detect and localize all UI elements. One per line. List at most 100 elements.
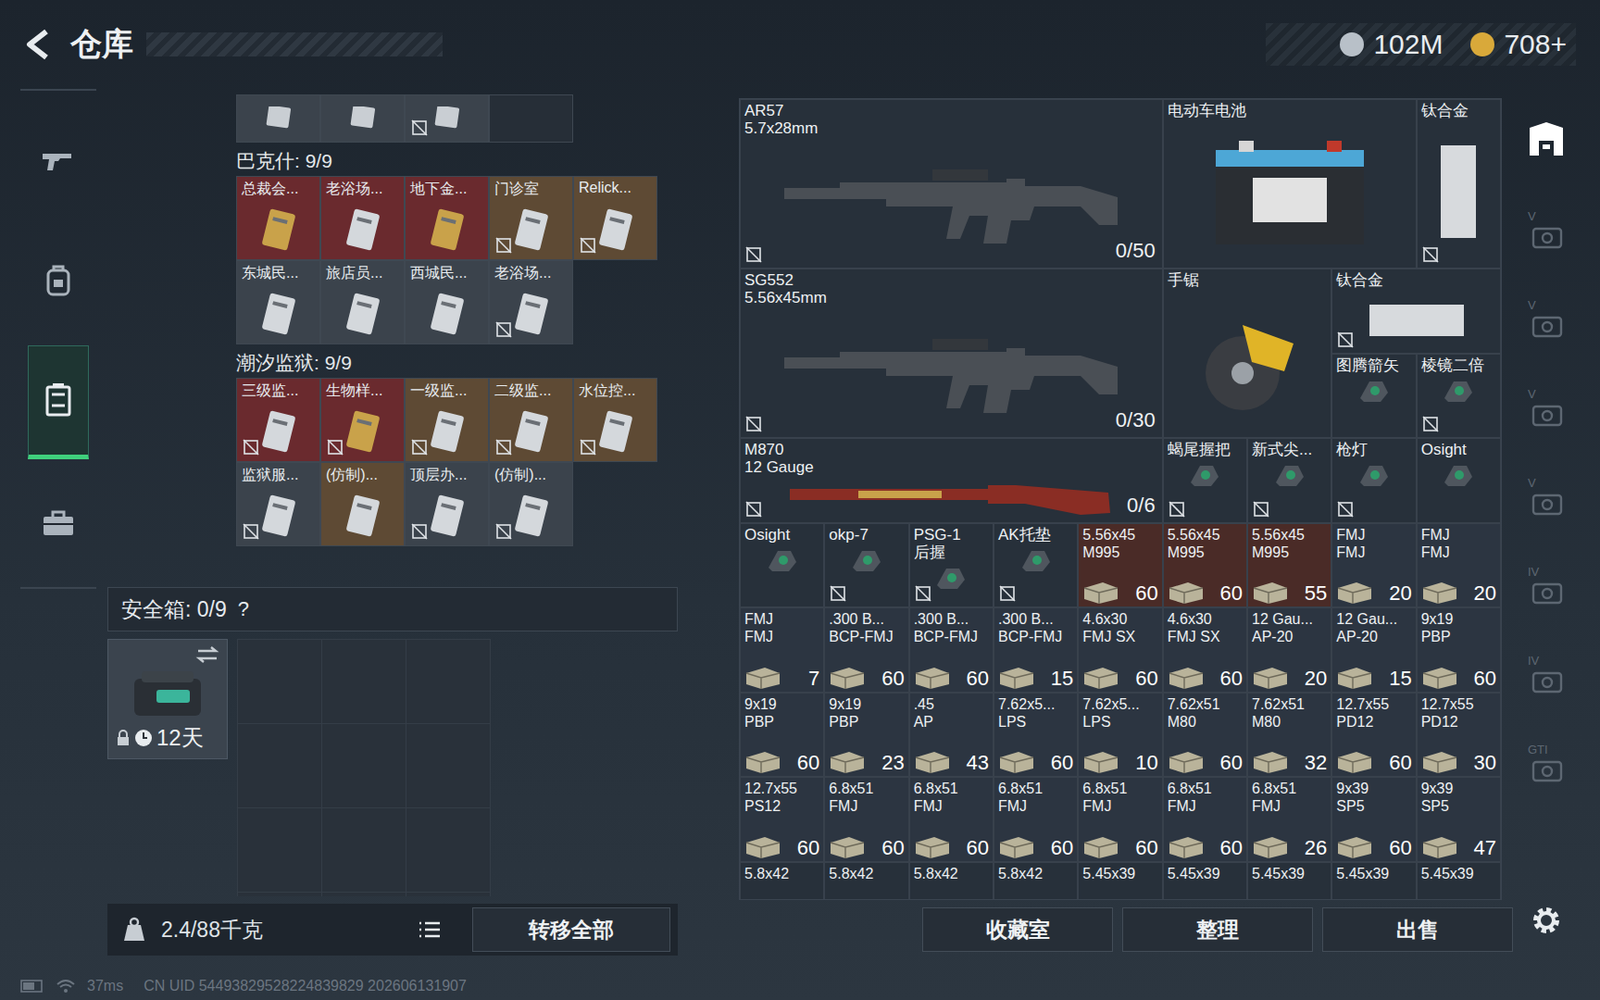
key-card[interactable] xyxy=(236,94,321,143)
key-card[interactable] xyxy=(488,94,574,143)
key-card[interactable]: 顶层办... xyxy=(404,462,489,547)
stash-item[interactable]: FMJFMJ20 xyxy=(1331,523,1416,609)
stash-item[interactable]: 6.8x51FMJ60 xyxy=(993,776,1078,863)
stash-item[interactable]: AK托垫 xyxy=(993,523,1078,609)
stash-item[interactable]: 5.8x42 xyxy=(739,862,825,901)
nav-item[interactable] xyxy=(27,103,89,217)
key-card[interactable]: 水位控... xyxy=(573,377,658,463)
storage-slot[interactable]: V xyxy=(1527,475,1565,565)
stash-item[interactable]: 手锯 xyxy=(1162,268,1333,438)
storage-slot[interactable]: GTI xyxy=(1527,742,1565,832)
stash-item[interactable]: 5.45x39 xyxy=(1247,862,1332,901)
key-card[interactable]: 西城民... xyxy=(404,260,489,345)
stash-item[interactable]: AR575.7x28mm0/50 xyxy=(739,99,1163,269)
stash-item[interactable]: 5.8x42 xyxy=(993,862,1078,901)
stash-item[interactable]: 5.56x45M99560 xyxy=(1077,523,1163,609)
stash-item[interactable]: 5.56x45M99560 xyxy=(1162,523,1248,609)
storage-slot[interactable]: IV xyxy=(1527,564,1565,654)
stash-item[interactable]: 6.8x51FMJ60 xyxy=(824,776,909,863)
stash-item[interactable]: 5.8x42 xyxy=(909,862,994,901)
key-card[interactable] xyxy=(404,94,489,143)
stash-item[interactable]: 图腾箭矢 xyxy=(1331,353,1416,439)
stash-item[interactable]: 5.45x39 xyxy=(1162,862,1248,901)
back-arrow-icon[interactable] xyxy=(20,25,58,63)
transfer-all-button[interactable]: 转移全部 xyxy=(472,907,671,952)
key-card[interactable]: 总裁会... xyxy=(236,175,321,261)
stash-item[interactable]: Osight xyxy=(739,523,825,609)
stash-item[interactable]: 12 Gau...AP-2020 xyxy=(1247,607,1332,693)
list-button[interactable] xyxy=(409,910,450,950)
key-card[interactable]: 老浴场... xyxy=(488,260,574,345)
safe-box-card[interactable]: 12天 xyxy=(107,638,228,760)
stash-item[interactable]: 9x19PBP60 xyxy=(1416,607,1501,693)
stash-item[interactable]: 12 Gau...AP-2015 xyxy=(1331,607,1416,693)
stash-item[interactable]: .300 B...BCP-FMJ60 xyxy=(909,607,994,693)
stash-item[interactable]: 7.62x5...LPS60 xyxy=(993,692,1078,778)
key-card[interactable]: 东城民... xyxy=(236,260,321,345)
key-card[interactable]: 三级监... xyxy=(236,377,321,463)
key-card[interactable]: 生物样... xyxy=(320,377,405,463)
action-button[interactable]: 收藏室 xyxy=(922,907,1113,952)
storage-slot[interactable]: V xyxy=(1527,298,1565,388)
stash-item[interactable]: 9x19PBP60 xyxy=(739,692,825,778)
stash-item[interactable]: .45AP43 xyxy=(909,692,994,778)
stash-item[interactable]: 9x39SP547 xyxy=(1416,776,1501,863)
stash-item[interactable]: okp-7 xyxy=(824,523,909,609)
stash-item[interactable]: 枪灯 xyxy=(1331,437,1416,524)
action-button[interactable]: 整理 xyxy=(1122,907,1313,952)
storage-slot[interactable]: V xyxy=(1527,387,1565,476)
stash-item[interactable]: 棱镜二倍 xyxy=(1416,353,1501,439)
stash-item[interactable]: 蝎尾握把 xyxy=(1162,437,1248,524)
stash-item[interactable]: 12.7x55PD1230 xyxy=(1416,692,1501,778)
stash-item[interactable]: 12.7x55PS1260 xyxy=(739,776,825,863)
stash-item[interactable]: 5.45x39 xyxy=(1416,862,1501,901)
storage-slot[interactable] xyxy=(1525,120,1567,210)
stash-item[interactable]: M87012 Gauge0/6 xyxy=(739,437,1163,524)
nav-item[interactable] xyxy=(27,345,89,460)
stash-item[interactable]: 新式尖... xyxy=(1247,437,1332,524)
stash-item[interactable]: 7.62x5...LPS10 xyxy=(1077,692,1163,778)
stash-item[interactable]: 9x39SP560 xyxy=(1331,776,1416,863)
stash-item[interactable]: 5.45x39 xyxy=(1331,862,1416,901)
stash-item[interactable]: FMJFMJ20 xyxy=(1416,523,1501,609)
stash-item[interactable]: 6.8x51FMJ60 xyxy=(909,776,994,863)
key-card[interactable]: 一级监... xyxy=(404,377,489,463)
key-card[interactable]: 门诊室 xyxy=(488,175,574,261)
stash-item[interactable]: Osight xyxy=(1416,437,1501,524)
stash-item[interactable]: 7.62x51M8060 xyxy=(1162,692,1248,778)
stash-item[interactable]: 4.6x30FMJ SX60 xyxy=(1077,607,1163,693)
storage-slot[interactable]: V xyxy=(1527,209,1565,299)
stash-item[interactable]: .300 B...BCP-FMJ15 xyxy=(993,607,1078,693)
stash-item[interactable]: 6.8x51FMJ26 xyxy=(1247,776,1332,863)
help-button[interactable]: ? xyxy=(237,597,250,622)
key-card[interactable] xyxy=(320,94,405,143)
action-button[interactable]: 出售 xyxy=(1322,907,1513,952)
key-card[interactable]: (仿制)... xyxy=(488,462,574,547)
stash-item[interactable]: .300 B...BCP-FMJ60 xyxy=(824,607,909,693)
stash-item[interactable]: 9x19PBP23 xyxy=(824,692,909,778)
key-card[interactable]: 旅店员... xyxy=(320,260,405,345)
key-card[interactable]: 二级监... xyxy=(488,377,574,463)
swap-icon[interactable] xyxy=(195,645,220,664)
key-card[interactable]: 老浴场... xyxy=(320,175,405,261)
stash-item[interactable]: 5.45x39 xyxy=(1077,862,1163,901)
key-card[interactable]: Relick... xyxy=(573,175,658,261)
key-card[interactable]: 监狱服... xyxy=(236,462,321,547)
key-card[interactable]: 地下金... xyxy=(404,175,489,261)
stash-item[interactable]: SG5525.56x45mm0/30 xyxy=(739,268,1163,438)
stash-item[interactable]: 钛合金 xyxy=(1331,268,1501,354)
stash-item[interactable]: PSG-1后握 xyxy=(909,523,994,609)
gear-icon[interactable] xyxy=(1527,901,1565,939)
stash-item[interactable]: FMJFMJ7 xyxy=(739,607,825,693)
nav-item[interactable] xyxy=(27,224,89,338)
stash-item[interactable]: 4.6x30FMJ SX60 xyxy=(1162,607,1248,693)
stash-item[interactable]: 钛合金 xyxy=(1416,99,1501,269)
stash-item[interactable]: 7.62x51M8032 xyxy=(1247,692,1332,778)
stash-item[interactable]: 12.7x55PD1260 xyxy=(1331,692,1416,778)
stash-item[interactable]: 5.56x45M99555 xyxy=(1247,523,1332,609)
stash-item[interactable]: 6.8x51FMJ60 xyxy=(1077,776,1163,863)
storage-slot[interactable]: IV xyxy=(1527,653,1565,743)
nav-item[interactable] xyxy=(27,466,89,580)
stash-item[interactable]: 5.8x42 xyxy=(824,862,909,901)
stash-item[interactable]: 电动车电池 xyxy=(1162,99,1417,269)
